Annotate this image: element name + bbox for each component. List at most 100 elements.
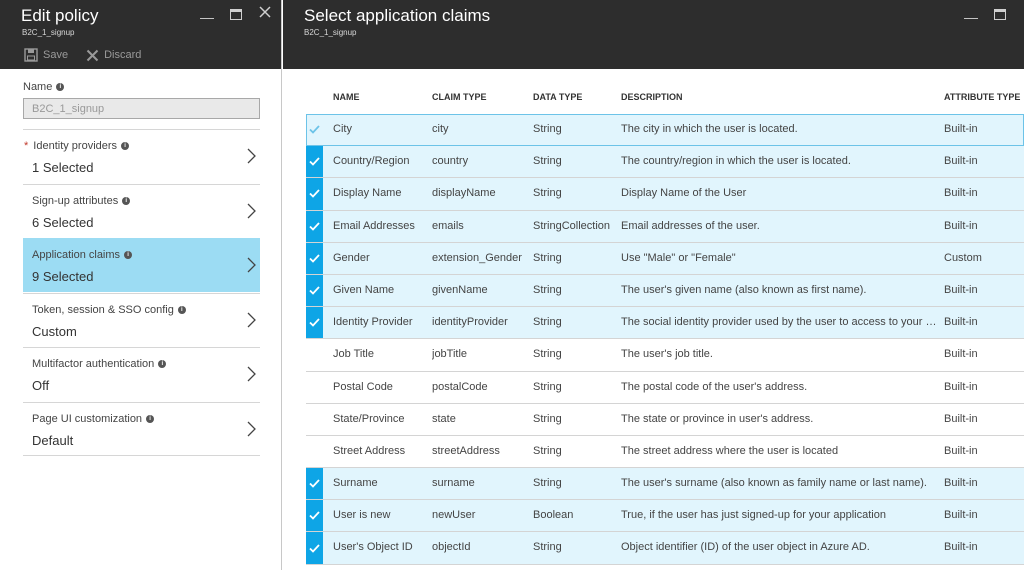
maximize-icon[interactable]: [230, 8, 242, 22]
claims-header: Select application claims B2C_1_signup —: [283, 0, 1024, 69]
blade-title: Edit policy: [21, 6, 99, 25]
description-cell: The user's given name (also known as fir…: [621, 283, 867, 296]
policy-name-input[interactable]: [23, 98, 260, 119]
description-cell: Email addresses of the user.: [621, 219, 760, 232]
column-header-attribute-type[interactable]: ATTRIBUTE TYPE: [944, 92, 1020, 102]
row-checkbox[interactable]: [306, 500, 323, 532]
nav-item-token-session-sso[interactable]: Token, session & SSO config i Custom: [23, 292, 260, 347]
column-header-claim-type[interactable]: CLAIM TYPE: [432, 92, 487, 102]
table-row[interactable]: Street Address streetAddress String The str…: [306, 436, 1024, 469]
table-row[interactable]: Gender extension_Gender String Use "Male" o…: [306, 242, 1024, 275]
claim-name-cell: Street Address: [333, 444, 406, 457]
nav-item-sign-up-attributes[interactable]: Sign-up attributes i 6 Selected: [23, 183, 260, 238]
claim-type-cell: identityProvider: [432, 316, 508, 329]
row-checkbox[interactable]: [306, 114, 323, 145]
row-checkbox[interactable]: [306, 274, 323, 307]
data-type-cell: String: [533, 283, 562, 296]
info-icon[interactable]: i: [56, 83, 65, 91]
column-header-name[interactable]: NAME: [333, 92, 360, 102]
save-button[interactable]: Save: [24, 48, 68, 62]
row-checkbox[interactable]: [306, 146, 323, 178]
table-row[interactable]: City city String The city in which the user…: [306, 114, 1024, 147]
claim-type-cell: objectId: [432, 541, 471, 554]
claim-name-cell: Postal Code: [333, 380, 393, 393]
table-row[interactable]: User is new newUser Boolean True, if the us…: [306, 500, 1024, 533]
table-row[interactable]: User's Object ID objectId String Object ide…: [306, 532, 1024, 565]
table-row[interactable]: Identity Provider identityProvider String T…: [306, 307, 1024, 340]
description-cell: The street address where the user is loc…: [621, 444, 839, 457]
data-type-cell: String: [533, 123, 562, 135]
attribute-type-cell: Custom: [944, 251, 982, 264]
description-cell: The user's job title.: [621, 348, 713, 361]
claim-name-cell: State/Province: [333, 412, 405, 425]
description-cell: The user's surname (also known as family…: [621, 477, 927, 490]
claim-name-cell: Country/Region: [333, 155, 410, 168]
minimize-icon[interactable]: —: [200, 10, 214, 24]
nav-item-multifactor-authentication[interactable]: Multifactor authentication i Off: [23, 347, 260, 401]
claim-name-cell: Email Addresses: [333, 219, 415, 232]
info-icon[interactable]: i: [122, 196, 131, 205]
edit-policy-header: Edit policy B2C_1_signup — Save Discard: [0, 0, 281, 69]
row-checkbox[interactable]: [306, 372, 323, 403]
column-header-description[interactable]: DESCRIPTION: [621, 92, 683, 102]
checkmark-icon: [309, 543, 320, 553]
table-row[interactable]: Surname surname String The user's surname (…: [306, 468, 1024, 501]
claim-type-cell: jobTitle: [432, 348, 468, 361]
row-checkbox[interactable]: [306, 468, 323, 500]
claim-type-cell: streetAddress: [432, 444, 500, 457]
row-checkbox[interactable]: [306, 210, 323, 242]
discard-label: Discard: [104, 49, 142, 61]
claim-type-cell: displayName: [432, 187, 496, 200]
data-type-cell: String: [533, 541, 562, 554]
table-row[interactable]: Email Addresses emails StringCollection Ema…: [306, 210, 1024, 243]
close-icon[interactable]: [259, 6, 271, 20]
row-checkbox[interactable]: [306, 404, 323, 435]
data-type-cell: Boolean: [533, 509, 574, 522]
info-icon[interactable]: i: [121, 142, 130, 150]
row-checkbox[interactable]: [306, 242, 323, 274]
maximize-icon[interactable]: [994, 8, 1006, 22]
minimize-icon[interactable]: —: [964, 10, 978, 24]
nav-item-identity-providers[interactable]: * Identity providers i 1 Selected: [23, 129, 260, 183]
nav-item-label: Page UI customization: [32, 412, 143, 425]
attribute-type-cell: Built-in: [944, 348, 978, 361]
description-cell: The postal code of the user's address.: [621, 380, 808, 393]
nav-item-value: Default: [32, 432, 74, 448]
checkmark-icon: [309, 189, 320, 199]
info-icon[interactable]: i: [146, 414, 155, 423]
checkmark-icon: [309, 157, 320, 167]
claim-type-cell: country: [432, 155, 469, 168]
data-type-cell: String: [533, 380, 562, 393]
attribute-type-cell: Built-in: [944, 477, 978, 490]
column-header-data-type[interactable]: DATA TYPE: [533, 92, 582, 102]
nav-item-value: Custom: [32, 323, 77, 339]
discard-button[interactable]: Discard: [86, 48, 141, 62]
claim-type-cell: extension_Gender: [432, 251, 522, 264]
nav-item-application-claims[interactable]: Application claims i 9 Selected: [23, 238, 260, 292]
nav-item-page-ui-customization[interactable]: Page UI customization i Default: [23, 401, 260, 456]
chevron-right-icon: [247, 148, 256, 169]
row-checkbox[interactable]: [306, 532, 323, 564]
table-row[interactable]: Country/Region country String The country/r…: [306, 146, 1024, 179]
table-row[interactable]: Given Name givenName String The user's give…: [306, 274, 1024, 308]
description-cell: The state or province in user's address.: [621, 412, 814, 425]
save-icon: [24, 48, 38, 62]
nav-item-label-row: Application claims i: [32, 249, 133, 261]
chevron-right-icon: [247, 366, 256, 387]
claim-name-cell: User's Object ID: [333, 541, 413, 554]
table-row[interactable]: Job Title jobTitle String The user's job ti…: [306, 339, 1024, 372]
row-checkbox[interactable]: [306, 339, 323, 370]
data-type-cell: String: [533, 348, 562, 361]
claim-name-cell: Surname: [333, 477, 378, 490]
info-icon[interactable]: i: [124, 251, 133, 259]
table-row[interactable]: Postal Code postalCode String The postal co…: [306, 372, 1024, 404]
row-checkbox[interactable]: [306, 307, 323, 339]
description-cell: The social identity provider used by the…: [621, 316, 939, 329]
info-icon[interactable]: i: [177, 305, 186, 314]
table-row[interactable]: Display Name displayName String Display Nam…: [306, 178, 1024, 211]
info-icon[interactable]: i: [158, 360, 167, 368]
row-checkbox[interactable]: [306, 178, 323, 210]
data-type-cell: String: [533, 477, 562, 490]
table-row[interactable]: State/Province state String The state or pr…: [306, 404, 1024, 436]
row-checkbox[interactable]: [306, 436, 323, 467]
